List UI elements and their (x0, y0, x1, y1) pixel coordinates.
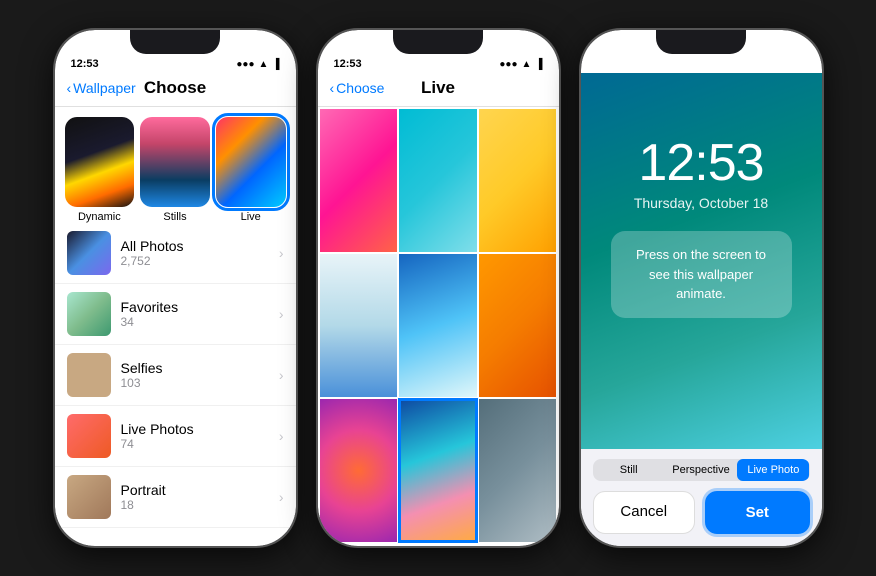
status-icons-3: ●●● ▲ ▐ (762, 58, 805, 69)
battery-icon: ▐ (272, 59, 279, 70)
portrait-name: Portrait (121, 482, 269, 498)
preview-options: Still Perspective Live Photo (593, 459, 810, 481)
dynamic-thumb (65, 117, 135, 207)
nav-title-2: Live (421, 78, 455, 98)
live-wallpaper-grid (318, 107, 559, 546)
wp-cell-2[interactable] (399, 109, 477, 252)
preview-message-box: Press on the screen to see this wallpape… (611, 231, 792, 318)
cancel-button[interactable]: Cancel (593, 491, 696, 534)
option-livephoto[interactable]: Live Photo (737, 459, 809, 481)
preview-message-text: Press on the screen to see this wallpape… (627, 245, 776, 304)
category-stills[interactable]: Stills (140, 117, 210, 223)
category-dynamic[interactable]: Dynamic (65, 117, 135, 223)
wp-cell-7[interactable] (320, 399, 398, 542)
allphotos-count: 2,752 (121, 254, 269, 268)
allphotos-thumb (67, 231, 111, 275)
wp-cell-5[interactable] (399, 254, 477, 397)
status-bar-2: 12:53 ●●● ▲ ▐ (318, 30, 559, 74)
nav-bar-2: ‹ Choose Live (318, 74, 559, 107)
favorites-info: Favorites 34 (121, 299, 269, 329)
status-bar-1: 12:53 ●●● ▲ ▐ (55, 30, 296, 74)
list-item-portrait[interactable]: Portrait 18 › (55, 467, 296, 528)
status-icons-1: ●●● ▲ ▐ (236, 59, 279, 70)
wp-cell-4[interactable] (320, 254, 398, 397)
phone-2: 12:53 ●●● ▲ ▐ ‹ Choose Live (316, 28, 561, 548)
signal-icon-3: ●●● (762, 58, 780, 69)
allphotos-info: All Photos 2,752 (121, 238, 269, 268)
livephotos-chevron: › (279, 428, 284, 444)
phone-3: Wallpaper Preview ●●● ▲ ▐ 12:53 Thursday… (579, 28, 824, 548)
livephotos-info: Live Photos 74 (121, 421, 269, 451)
preview-background: 12:53 Thursday, October 18 Press on the … (581, 73, 822, 449)
option-still[interactable]: Still (593, 459, 665, 481)
list-item-selfies[interactable]: Selfies 103 › (55, 345, 296, 406)
nav-bar-1: ‹ Wallpaper Choose (55, 74, 296, 107)
portrait-chevron: › (279, 489, 284, 505)
portrait-thumb (67, 475, 111, 519)
wp-cell-8-selected[interactable] (399, 399, 477, 542)
status-icons-2: ●●● ▲ ▐ (499, 59, 542, 70)
time-2: 12:53 (334, 58, 362, 70)
wifi-icon: ▲ (259, 59, 269, 70)
favorites-name: Favorites (121, 299, 269, 315)
wp-cell-9[interactable] (479, 399, 557, 542)
live-thumb (216, 117, 286, 207)
live-label: Live (241, 211, 261, 223)
status-bar-3: ●●● ▲ ▐ (581, 30, 822, 73)
back-button-2[interactable]: ‹ Choose (330, 80, 385, 96)
back-label-2: Choose (336, 80, 384, 96)
livephotos-thumb (67, 414, 111, 458)
back-button-1[interactable]: ‹ Wallpaper (67, 80, 136, 96)
selfies-thumb (67, 353, 111, 397)
favorites-thumb (67, 292, 111, 336)
set-button[interactable]: Set (705, 491, 810, 534)
time-1: 12:53 (71, 58, 99, 70)
list-item-live[interactable]: Live Photos 74 › (55, 406, 296, 467)
preview-clock: 12:53 (601, 133, 802, 193)
wifi-icon-2: ▲ (522, 59, 532, 70)
portrait-info: Portrait 18 (121, 482, 269, 512)
chevron-left-icon: ‹ (67, 80, 72, 96)
back-label-1: Wallpaper (73, 80, 136, 96)
nav-title-1: Choose (144, 78, 206, 98)
preview-date: Thursday, October 18 (601, 195, 802, 211)
battery-icon-2: ▐ (535, 59, 542, 70)
wallpaper-categories: Dynamic Stills Live (55, 107, 296, 223)
preview-bottom: Still Perspective Live Photo Cancel Set (581, 449, 822, 546)
wp-cell-1[interactable] (320, 109, 398, 252)
dynamic-label: Dynamic (78, 211, 121, 223)
list-item-allphotos[interactable]: All Photos 2,752 › (55, 223, 296, 284)
phone-1: 12:53 ●●● ▲ ▐ ‹ Wallpaper Choose Dynamic (53, 28, 298, 548)
battery-icon-3: ▐ (798, 58, 805, 69)
signal-icon-2: ●●● (499, 59, 517, 70)
favorites-chevron: › (279, 306, 284, 322)
stills-label: Stills (163, 211, 186, 223)
livephotos-count: 74 (121, 437, 269, 451)
preview-actions: Cancel Set (593, 491, 810, 534)
selfies-name: Selfies (121, 360, 269, 376)
option-perspective[interactable]: Perspective (665, 459, 737, 481)
favorites-count: 34 (121, 315, 269, 329)
chevron-left-icon-2: ‹ (330, 80, 335, 96)
selfies-chevron: › (279, 367, 284, 383)
selfies-count: 103 (121, 376, 269, 390)
livephotos-name: Live Photos (121, 421, 269, 437)
list-item-favorites[interactable]: Favorites 34 › (55, 284, 296, 345)
allphotos-name: All Photos (121, 238, 269, 254)
allphotos-chevron: › (279, 245, 284, 261)
portrait-count: 18 (121, 498, 269, 512)
wifi-icon-3: ▲ (785, 58, 795, 69)
signal-icon: ●●● (236, 59, 254, 70)
preview-time: 12:53 Thursday, October 18 (581, 73, 822, 211)
wp-cell-6[interactable] (479, 254, 557, 397)
photo-list: All Photos 2,752 › Favorites 34 › Selfie… (55, 223, 296, 528)
selfies-info: Selfies 103 (121, 360, 269, 390)
wp-cell-3[interactable] (479, 109, 557, 252)
stills-thumb (140, 117, 210, 207)
category-live[interactable]: Live (216, 117, 286, 223)
